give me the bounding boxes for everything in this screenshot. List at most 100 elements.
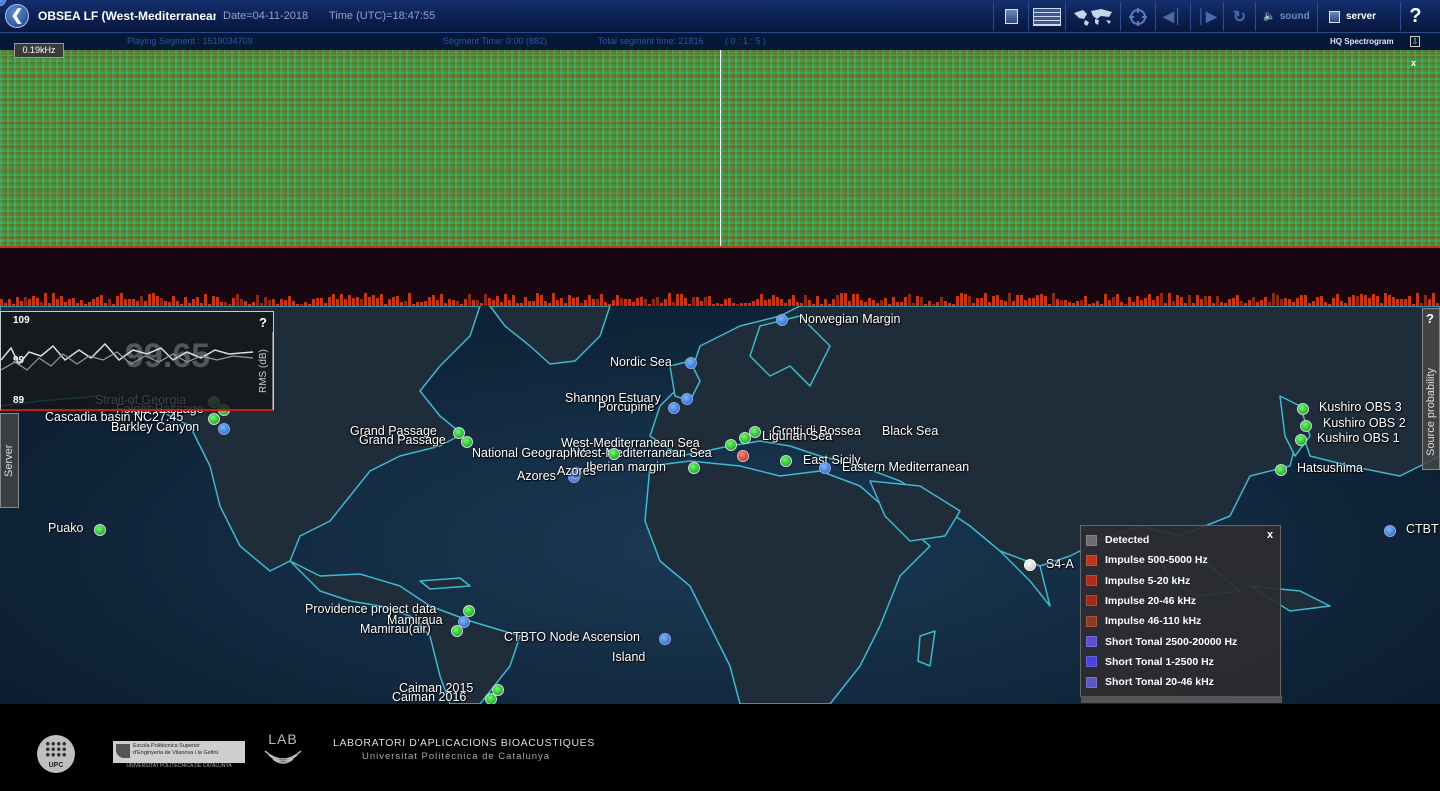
station-label[interactable]: CTBT	[1406, 522, 1439, 536]
event-bar	[1160, 293, 1163, 306]
station-label[interactable]: Hatsushima	[1297, 461, 1363, 475]
legend-item[interactable]: Short Tonal 2500-20000 Hz	[1086, 634, 1237, 650]
previous-segment-button[interactable]: ◀│	[1155, 2, 1190, 31]
event-bar	[1032, 298, 1035, 306]
event-bar	[596, 299, 599, 306]
station-label[interactable]: Caiman 2016	[392, 690, 466, 704]
rms-help-icon[interactable]: ?	[259, 315, 267, 330]
legend-close-icon[interactable]: x	[1267, 529, 1273, 541]
station-marker[interactable]	[659, 633, 671, 645]
station-marker[interactable]	[1024, 559, 1036, 571]
crosshair-icon	[1129, 7, 1147, 26]
rms-panel: 109 99 89 99.65 RMS (dB) ?	[0, 311, 274, 411]
event-bar	[340, 294, 343, 306]
station-marker[interactable]	[218, 423, 230, 435]
legend-label: Impulse 46-110 kHz	[1105, 615, 1202, 628]
event-bar	[344, 299, 347, 306]
list-view-button[interactable]	[1028, 2, 1065, 31]
school-logo: Escola Politècnica Superior d'Enginyeria…	[113, 741, 245, 763]
spectrogram[interactable]: x	[0, 50, 1440, 248]
station-marker[interactable]	[739, 432, 751, 444]
legend-item[interactable]: Short Tonal 1-2500 Hz	[1086, 654, 1214, 670]
server-tab[interactable]: Server	[0, 413, 19, 508]
station-marker[interactable]	[725, 439, 737, 451]
download-icon[interactable]: ⇩	[1410, 36, 1420, 47]
station-label[interactable]: Norwegian Margin	[799, 312, 900, 326]
event-bar	[352, 298, 355, 306]
server-button[interactable]: server	[1317, 2, 1387, 31]
hq-spectrogram-label[interactable]: HQ Spectrogram	[1330, 37, 1394, 46]
server-icon	[1328, 10, 1340, 23]
station-marker[interactable]	[1275, 464, 1287, 476]
station-label[interactable]: Nordic Sea	[610, 355, 672, 369]
legend-item[interactable]: Impulse 500-5000 Hz	[1086, 552, 1208, 568]
station-label[interactable]: Azores	[517, 469, 556, 483]
station-marker[interactable]	[776, 314, 788, 326]
event-bar	[1316, 297, 1319, 306]
event-bar	[1216, 296, 1219, 306]
station-marker[interactable]	[780, 455, 792, 467]
back-arrow-icon[interactable]: ❮	[5, 4, 29, 28]
station-marker[interactable]	[668, 402, 680, 414]
station-label[interactable]: Kushiro OBS 1	[1317, 431, 1400, 445]
station-marker[interactable]	[451, 625, 463, 637]
source-probability-tab[interactable]: ? Source probability	[1422, 308, 1440, 470]
event-bar	[132, 299, 135, 306]
sound-button[interactable]: 🔈 sound	[1255, 2, 1317, 31]
station-marker[interactable]	[1300, 420, 1312, 432]
station-label[interactable]: Barkley Canyon	[111, 420, 199, 434]
station-marker[interactable]	[685, 357, 697, 369]
legend-item[interactable]: Detected	[1086, 532, 1149, 548]
station-label[interactable]: Kushiro OBS 3	[1319, 400, 1402, 414]
station-label[interactable]: Black Sea	[882, 424, 938, 438]
event-bar	[1040, 294, 1043, 306]
station-marker[interactable]	[1297, 403, 1309, 415]
segment-code: ( 0 : 1 : 5 )	[725, 36, 767, 46]
event-bar	[920, 297, 923, 306]
event-bar	[288, 296, 291, 306]
playback-cursor[interactable]	[720, 50, 721, 248]
station-label[interactable]: Kushiro OBS 2	[1323, 416, 1406, 430]
station-label[interactable]: West-Mediterranean Sea	[573, 446, 712, 460]
station-label[interactable]: Azores	[557, 464, 596, 478]
station-label[interactable]: Grand Passage	[359, 433, 446, 447]
station-label[interactable]: Iberian margin	[586, 460, 666, 474]
reload-button[interactable]: ↻	[1223, 2, 1255, 31]
panel-view-button[interactable]	[993, 2, 1028, 31]
spectrogram-close-icon[interactable]: x	[1411, 58, 1416, 68]
target-button[interactable]	[1120, 2, 1155, 31]
event-bar	[232, 298, 235, 306]
station-label[interactable]: Ligurian Sea	[762, 429, 832, 443]
station-marker[interactable]	[1295, 434, 1307, 446]
station-marker[interactable]	[819, 462, 831, 474]
legend-item[interactable]: Short Tonal 20-46 kHz	[1086, 674, 1214, 690]
event-bar	[1112, 297, 1115, 306]
event-bar	[192, 299, 195, 306]
station-label[interactable]: Island	[612, 650, 645, 664]
world-map-button[interactable]	[1065, 2, 1120, 31]
station-marker[interactable]	[737, 450, 749, 462]
station-label[interactable]: CTBTO Node Ascension	[504, 630, 640, 644]
next-segment-button[interactable]: │▶	[1190, 2, 1223, 31]
station-marker[interactable]	[688, 462, 700, 474]
help-button[interactable]: ?	[1400, 2, 1430, 31]
legend-item[interactable]: Impulse 20-46 kHz	[1086, 593, 1196, 609]
reload-icon: ↻	[1232, 8, 1247, 26]
station-marker[interactable]	[208, 413, 220, 425]
legend-item[interactable]: Impulse 5-20 kHz	[1086, 573, 1190, 589]
station-marker[interactable]	[608, 448, 620, 460]
event-bar	[396, 296, 399, 306]
station-marker[interactable]	[461, 436, 473, 448]
station-label[interactable]: Porcupine	[598, 400, 654, 414]
station-marker[interactable]	[681, 393, 693, 405]
station-label[interactable]: Puako	[48, 521, 83, 535]
station-label[interactable]: National Geographic	[472, 446, 586, 460]
station-marker[interactable]	[94, 524, 106, 536]
source-help-icon[interactable]: ?	[1426, 311, 1434, 326]
station-label[interactable]: Eastern Mediterranean	[842, 460, 969, 474]
station-marker[interactable]	[1384, 525, 1396, 537]
skip-forward-icon: │▶	[1197, 8, 1217, 24]
legend-item[interactable]: Impulse 46-110 kHz	[1086, 613, 1201, 629]
station-label[interactable]: S4-A	[1046, 557, 1074, 571]
station-label[interactable]: Mamirau(air)	[360, 622, 431, 636]
